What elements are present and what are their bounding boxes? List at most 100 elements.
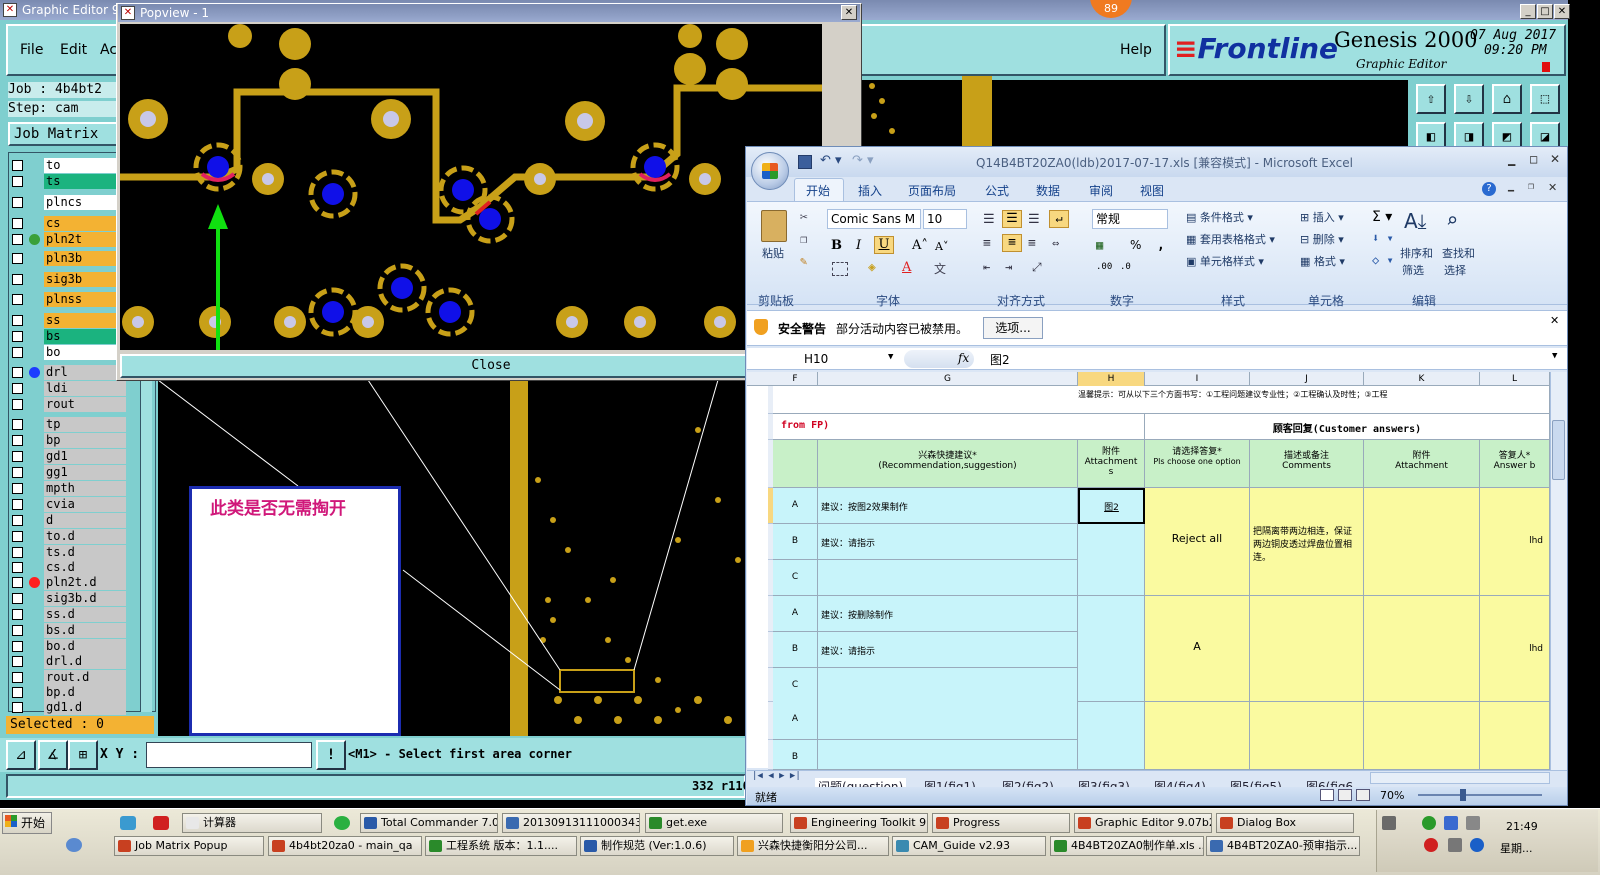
layer-checkbox[interactable] xyxy=(12,383,23,394)
menu-actions[interactable]: Ac xyxy=(100,42,117,58)
cell-i-group1[interactable]: Reject all xyxy=(1145,488,1250,596)
find-select-icon[interactable]: ⌕ xyxy=(1446,208,1458,232)
underline-button[interactable]: U xyxy=(874,236,894,254)
hint-text-cell[interactable]: 温馨提示：可从以下三个方面书写：①工程问题建议专业性；②工程确认及时性；③工程 xyxy=(1078,386,1550,414)
excel-close-button[interactable]: ✕ xyxy=(1550,152,1560,166)
customer-answers-cell[interactable]: 顾客回复(Customer answers) xyxy=(1145,414,1550,440)
layer-name[interactable]: to xyxy=(44,158,126,173)
tool-button-8[interactable]: ⬚ xyxy=(1530,84,1560,114)
maximize-button[interactable]: □ xyxy=(1537,4,1553,19)
layer-name[interactable]: bp.d xyxy=(44,685,126,700)
layer-checkbox[interactable] xyxy=(12,197,23,208)
cell-f-r15[interactable]: C xyxy=(773,668,818,704)
layer-row-bp-d[interactable]: bp.d xyxy=(10,685,126,700)
save-icon[interactable] xyxy=(798,155,812,169)
italic-button[interactable]: I xyxy=(856,238,861,253)
redo-icon[interactable]: ↷ ▾ xyxy=(852,153,874,168)
cell-f-r14[interactable]: B xyxy=(773,632,818,668)
name-box[interactable]: H10 xyxy=(750,350,898,368)
layer-checkbox[interactable] xyxy=(12,435,23,446)
layer-name[interactable]: to.d xyxy=(44,529,126,544)
taskbar-item-top-6[interactable]: Progress xyxy=(932,813,1070,833)
layer-checkbox[interactable] xyxy=(12,315,23,326)
taskbar-item-bottom-6[interactable]: CAM_Guide v2.93 xyxy=(892,836,1046,856)
layer-name[interactable]: rout xyxy=(44,397,126,412)
layer-checkbox[interactable] xyxy=(12,656,23,667)
comma-button[interactable]: , xyxy=(1157,238,1165,253)
layer-name[interactable]: ts.d xyxy=(44,545,126,560)
layer-name[interactable]: plnss xyxy=(44,292,126,307)
column-header-H[interactable]: H xyxy=(1078,372,1145,386)
popview-canvas[interactable] xyxy=(120,24,822,350)
indent-dec-button[interactable]: ⇤ xyxy=(983,260,990,274)
xy-input[interactable] xyxy=(146,742,312,768)
dec-decimal-button[interactable]: .0 xyxy=(1120,262,1131,272)
layer-row-mpth[interactable]: mpth xyxy=(10,481,126,496)
hint-cell[interactable] xyxy=(773,386,1078,414)
wrap-text-button[interactable]: ↵ xyxy=(1049,210,1069,228)
quicklaunch-pdf-icon[interactable] xyxy=(153,816,169,830)
layer-row-ss[interactable]: ss xyxy=(10,313,126,328)
header-comments[interactable]: 描述或备注 Comments xyxy=(1250,440,1364,488)
header-attachments[interactable]: 附件 Attachment s xyxy=(1078,440,1145,488)
column-header-L[interactable]: L xyxy=(1480,372,1550,386)
layer-name[interactable]: d xyxy=(44,513,126,528)
layer-checkbox[interactable] xyxy=(12,577,23,588)
layer-row-bs-d[interactable]: bs.d xyxy=(10,623,126,638)
cell-h-r10[interactable]: 图2 xyxy=(1078,488,1145,524)
horizontal-scrollbar[interactable] xyxy=(1370,772,1550,784)
tray-icon-signal[interactable] xyxy=(1466,816,1480,830)
copy-icon[interactable]: ❐ xyxy=(800,232,807,246)
cell-g-r15[interactable] xyxy=(818,668,1078,704)
cell-g-r11[interactable]: 建议：请指示 xyxy=(818,524,1078,560)
inc-decimal-button[interactable]: .00 xyxy=(1096,262,1112,272)
layer-checkbox[interactable] xyxy=(12,234,23,245)
cell-g-r10[interactable]: 建议：按图2效果制作 xyxy=(818,488,1078,524)
layer-row-sig3b[interactable]: sig3b xyxy=(10,272,126,287)
layer-row-drl[interactable]: drl xyxy=(10,365,126,380)
layer-name[interactable]: tp xyxy=(44,417,126,432)
layer-checkbox[interactable] xyxy=(12,547,23,558)
layer-checkbox[interactable] xyxy=(12,641,23,652)
layer-name[interactable]: ss.d xyxy=(44,607,126,622)
layer-checkbox[interactable] xyxy=(12,294,23,305)
layer-name[interactable]: rout.d xyxy=(44,670,126,685)
column-header-F[interactable]: F xyxy=(773,372,818,386)
layer-row-bo[interactable]: bo xyxy=(10,345,126,360)
font-size-select[interactable]: 10 xyxy=(923,209,967,229)
taskbar-item-top-1[interactable]: 计算器 xyxy=(182,813,322,833)
align-right-button[interactable]: ≡ xyxy=(1028,236,1036,251)
cell-f-r11[interactable]: B xyxy=(773,524,818,560)
layer-checkbox[interactable] xyxy=(12,218,23,229)
taskbar-item-bottom-5[interactable]: 兴森快捷衡阳分公司... xyxy=(737,836,889,856)
layer-row-d[interactable]: d xyxy=(10,513,126,528)
layer-name[interactable]: bs.d xyxy=(44,623,126,638)
layer-row-bs[interactable]: bs xyxy=(10,329,126,344)
sort-label[interactable]: 排序和 xyxy=(1400,245,1433,261)
layer-checkbox[interactable] xyxy=(12,399,23,410)
sort-filter-icon[interactable]: A⤓ xyxy=(1404,209,1427,233)
header-answer-by[interactable]: 答复人* Answer b xyxy=(1480,440,1550,488)
taskbar-item-bottom-4[interactable]: 制作规范 (Ver:1.0.6) xyxy=(580,836,734,856)
delete-cells-button[interactable]: ⊟ 删除 ▾ xyxy=(1300,231,1344,247)
layer-name[interactable]: ss xyxy=(44,313,126,328)
find-label[interactable]: 查找和 xyxy=(1442,245,1475,261)
layer-row-tp[interactable]: tp xyxy=(10,417,126,432)
layer-checkbox[interactable] xyxy=(12,419,23,430)
border-button[interactable] xyxy=(832,262,848,276)
number-format-select[interactable]: 常规 xyxy=(1092,209,1168,229)
fx-icon[interactable]: fx xyxy=(958,351,969,365)
excel-max-button[interactable]: □ xyxy=(1530,152,1537,166)
cell-style-button[interactable]: ▣ 单元格样式 ▾ xyxy=(1186,253,1264,269)
undo-icon[interactable]: ↶ ▾ xyxy=(820,153,842,168)
security-options-button[interactable]: 选项... xyxy=(983,317,1043,339)
layer-row-bo-d[interactable]: bo.d xyxy=(10,639,126,654)
ribbon-tab-review[interactable]: 审阅 xyxy=(1089,182,1113,199)
layer-checkbox[interactable] xyxy=(12,467,23,478)
clock-day[interactable]: 星期... xyxy=(1500,840,1533,856)
merge-button[interactable]: ⇔ xyxy=(1052,236,1059,250)
clear-button[interactable]: ◇ ▾ xyxy=(1372,253,1394,267)
taskbar-item-bottom-8[interactable]: 4B4BT20ZA0-预审指示... xyxy=(1206,836,1360,856)
tray-icon-shield[interactable] xyxy=(1444,816,1458,830)
layer-row-plnss[interactable]: plnss xyxy=(10,292,126,307)
